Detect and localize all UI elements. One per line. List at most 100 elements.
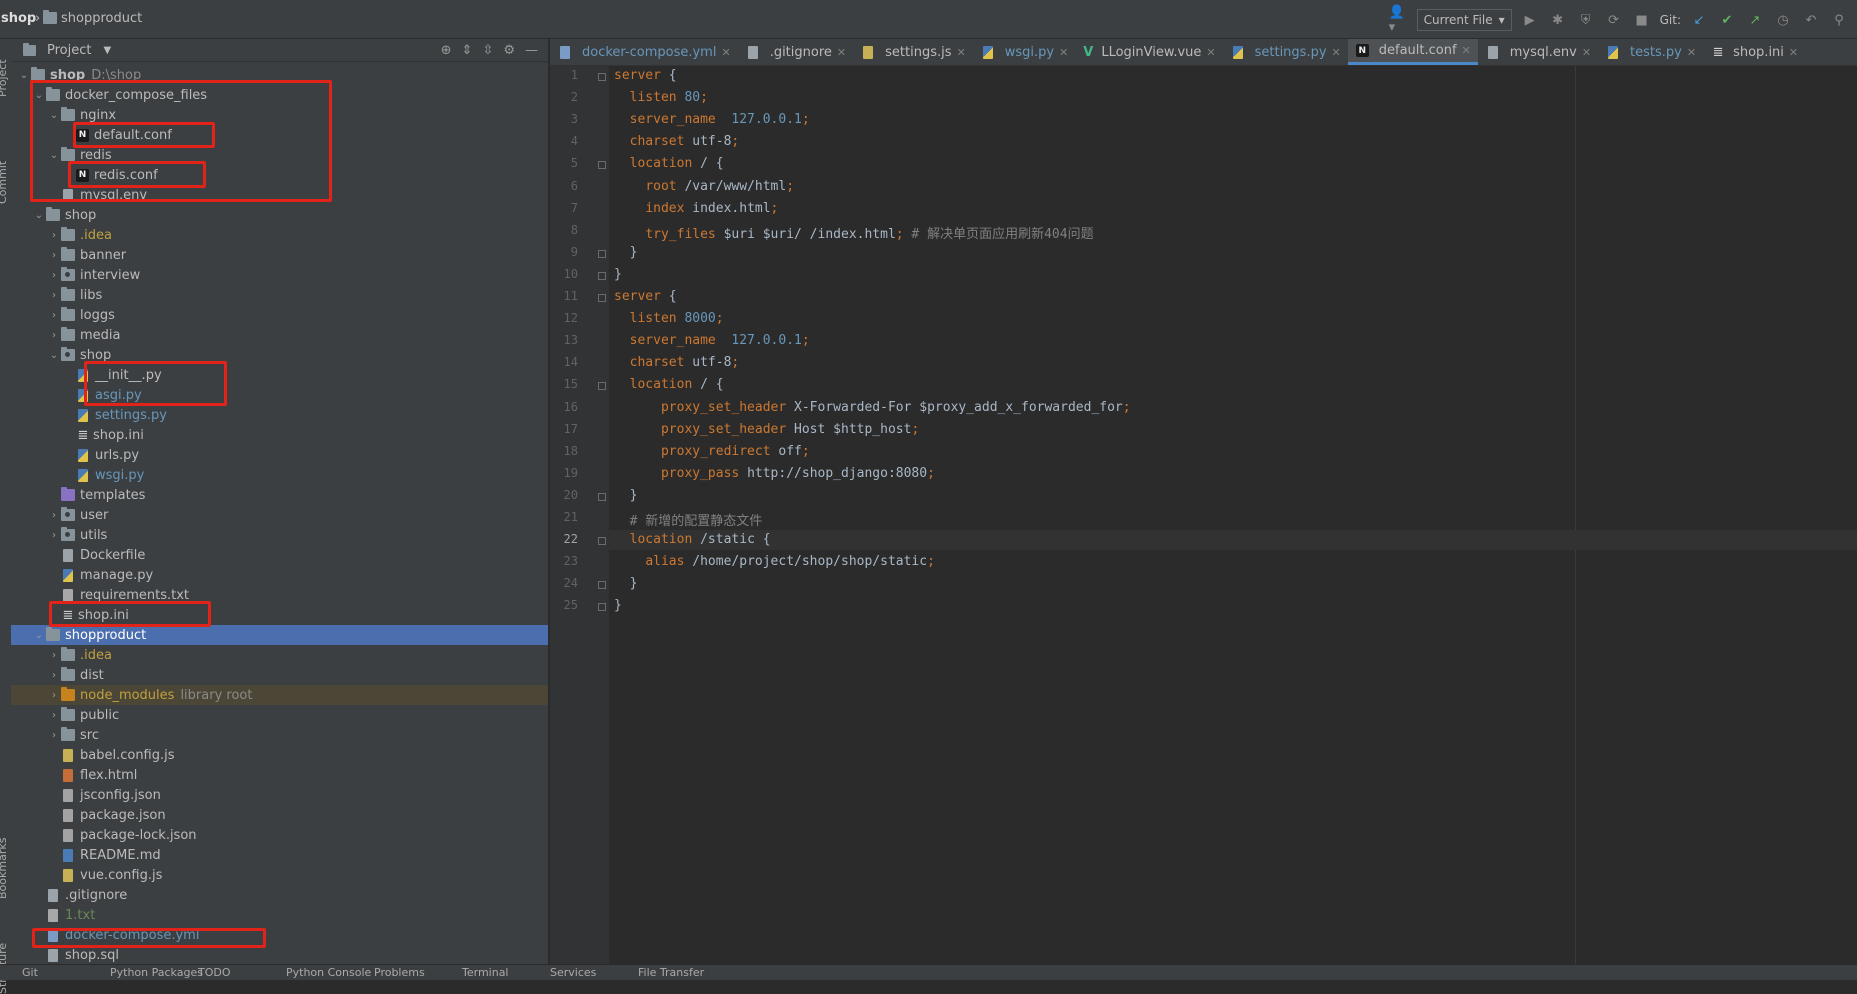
editor-tab[interactable]: settings.py ✕ [1223, 39, 1348, 65]
breadcrumb-root[interactable]: shop [1, 11, 36, 26]
code-line[interactable]: server_name 127.0.0.1; [614, 112, 810, 127]
chevron-down-icon[interactable]: ⌄ [47, 150, 61, 161]
fold-marker-icon[interactable] [598, 492, 606, 501]
tree-item[interactable]: asgi.py [11, 385, 548, 405]
tree-item[interactable]: requirements.txt [11, 585, 548, 605]
tool-window-button[interactable]: Python Packages [110, 966, 203, 979]
tree-item[interactable]: docker-compose.yml [11, 925, 548, 945]
hide-icon[interactable]: — [525, 43, 538, 58]
tree-item[interactable]: › dist [11, 665, 548, 685]
code-line[interactable]: proxy_pass http://shop_django:8080; [614, 466, 935, 481]
code-line[interactable]: location / { [614, 377, 724, 392]
code-line[interactable]: } [614, 488, 638, 503]
close-icon[interactable]: ✕ [1206, 46, 1215, 59]
tree-item[interactable]: babel.config.js [11, 745, 548, 765]
chevron-right-icon[interactable]: › [47, 670, 61, 681]
fold-marker-icon[interactable] [598, 603, 606, 612]
debug-icon[interactable]: ✱ [1548, 10, 1568, 30]
run-configuration-selector[interactable]: Current File ▾ [1416, 9, 1512, 31]
code-line[interactable]: listen 80; [614, 90, 708, 105]
close-icon[interactable]: ✕ [1582, 46, 1591, 59]
chevron-right-icon[interactable]: › [47, 690, 61, 701]
tree-item[interactable]: wsgi.py [11, 465, 548, 485]
search-icon[interactable]: ⚲ [1829, 10, 1849, 30]
tree-item[interactable]: __init__.py [11, 365, 548, 385]
tree-item[interactable]: jsconfig.json [11, 785, 548, 805]
editor-tab[interactable]: mysql.env ✕ [1478, 39, 1598, 65]
tree-item[interactable]: ⌄ shop [11, 345, 548, 365]
history-icon[interactable]: ◷ [1773, 10, 1793, 30]
editor-tab[interactable]: docker-compose.yml ✕ [550, 39, 738, 65]
profile-icon[interactable]: ⟳ [1604, 10, 1624, 30]
fold-marker-icon[interactable] [598, 161, 606, 170]
collapse-all-icon[interactable]: ⇳ [482, 43, 493, 58]
close-icon[interactable]: ✕ [1462, 44, 1471, 57]
code-line[interactable]: proxy_set_header Host $http_host; [614, 422, 919, 437]
chevron-down-icon[interactable]: ⌄ [32, 630, 46, 641]
tree-item[interactable]: › media [11, 325, 548, 345]
tree-item[interactable]: › banner [11, 245, 548, 265]
tree-item[interactable]: settings.py [11, 405, 548, 425]
chevron-right-icon[interactable]: › [47, 270, 61, 281]
tree-item[interactable]: ≣ shop.ini [11, 605, 548, 625]
tree-item[interactable]: › interview [11, 265, 548, 285]
tree-item[interactable]: › public [11, 705, 548, 725]
tree-item[interactable]: README.md [11, 845, 548, 865]
tree-item[interactable]: package.json [11, 805, 548, 825]
code-line[interactable]: alias /home/project/shop/shop/static; [614, 554, 935, 569]
tree-item[interactable]: ⌄ shop [11, 205, 548, 225]
code-line[interactable]: charset utf-8; [614, 134, 740, 149]
tree-item[interactable]: ≣ shop.ini [11, 425, 548, 445]
chevron-right-icon[interactable]: › [47, 730, 61, 741]
code-line[interactable]: } [614, 598, 622, 613]
tool-window-button[interactable]: Services [550, 966, 596, 979]
chevron-down-icon[interactable]: ⌄ [47, 110, 61, 121]
user-icon[interactable]: 👤▾ [1389, 5, 1409, 35]
fold-marker-icon[interactable] [598, 581, 606, 590]
code-line[interactable]: root /var/www/html; [614, 179, 794, 194]
tree-item[interactable]: › user [11, 505, 548, 525]
editor-tab[interactable]: settings.js ✕ [853, 39, 973, 65]
tree-item[interactable]: › src [11, 725, 548, 745]
tree-item[interactable]: ⌄ redis [11, 145, 548, 165]
tree-item[interactable]: 1.txt [11, 905, 548, 925]
close-icon[interactable]: ✕ [1332, 46, 1341, 59]
fold-marker-icon[interactable] [598, 294, 606, 302]
breadcrumb-current[interactable]: shopproduct [61, 11, 142, 26]
tree-item[interactable]: shop.sql [11, 945, 548, 964]
editor-tab[interactable]: Ndefault.conf ✕ [1347, 39, 1478, 65]
code-line[interactable]: charset utf-8; [614, 355, 740, 370]
fold-marker-icon[interactable] [598, 537, 606, 546]
rollback-icon[interactable]: ↶ [1801, 10, 1821, 30]
tree-item[interactable]: package-lock.json [11, 825, 548, 845]
chevron-right-icon[interactable]: › [47, 310, 61, 321]
chevron-down-icon[interactable]: ▼ [103, 45, 111, 56]
code-line[interactable]: } [614, 245, 638, 260]
chevron-right-icon[interactable]: › [47, 650, 61, 661]
tree-item[interactable]: ⌄ shopproduct [11, 625, 548, 645]
tree-item[interactable]: flex.html [11, 765, 548, 785]
tree-item[interactable]: › utils [11, 525, 548, 545]
tree-item[interactable]: vue.config.js [11, 865, 548, 885]
code-line[interactable]: try_files $uri $uri/ /index.html; # 解决单页… [614, 223, 1093, 242]
git-push-icon[interactable]: ↗ [1745, 10, 1765, 30]
tree-item[interactable]: ⌄ shop D:\shop [11, 65, 548, 85]
close-icon[interactable]: ✕ [956, 46, 965, 59]
tool-window-button[interactable]: Problems [374, 966, 425, 979]
editor-tab[interactable]: tests.py ✕ [1598, 39, 1703, 65]
editor-tab[interactable]: .gitignore ✕ [738, 39, 853, 65]
tree-item[interactable]: › .idea [11, 645, 548, 665]
git-commit-icon[interactable]: ✔ [1717, 10, 1737, 30]
coverage-icon[interactable]: ⛨ [1576, 10, 1596, 30]
chevron-right-icon[interactable]: › [47, 250, 61, 261]
code-line[interactable]: } [614, 267, 622, 282]
tool-tab-bookmarks[interactable]: Bookmarks [0, 838, 9, 899]
close-icon[interactable]: ✕ [1789, 46, 1798, 59]
code-line[interactable]: index index.html; [614, 201, 778, 216]
tree-item[interactable]: .gitignore [11, 885, 548, 905]
code-line[interactable]: listen 8000; [614, 311, 724, 326]
tree-item[interactable]: mysql.env [11, 185, 548, 205]
stop-icon[interactable]: ■ [1632, 10, 1652, 30]
git-update-icon[interactable]: ↙ [1689, 10, 1709, 30]
tool-window-button[interactable]: File Transfer [638, 966, 704, 979]
